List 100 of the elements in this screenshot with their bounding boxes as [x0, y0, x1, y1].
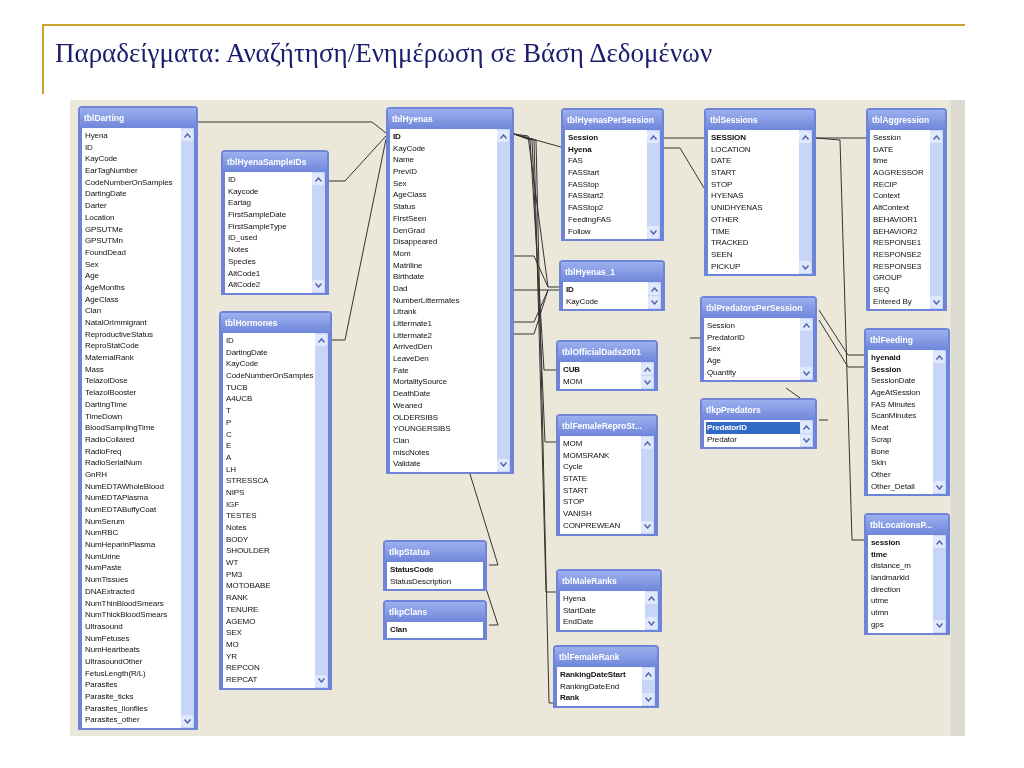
field-name[interactable]: NumEDTABuffyCoat — [84, 504, 181, 516]
field-name[interactable]: StatusCode — [389, 564, 483, 576]
field-name[interactable]: Littermate1 — [392, 318, 497, 330]
field-name[interactable]: Mass — [84, 363, 181, 376]
field-name[interactable]: FASStart — [567, 167, 647, 179]
field-name[interactable]: Clan — [84, 305, 181, 317]
field-name[interactable]: YR — [225, 650, 315, 663]
scrollbar[interactable] — [181, 128, 194, 729]
field-name[interactable]: AltContext — [872, 202, 930, 214]
scroll-up-button[interactable] — [800, 421, 812, 433]
field-name[interactable]: Bone — [870, 445, 933, 458]
field-name[interactable]: SEEN — [710, 248, 799, 261]
field-name[interactable]: Location — [84, 211, 181, 224]
field-name[interactable]: SESSION — [710, 132, 799, 144]
field-name[interactable]: Species — [227, 255, 312, 268]
field-name[interactable]: Weaned — [392, 399, 497, 412]
field-name[interactable]: FASStop — [567, 178, 647, 191]
scroll-down-button[interactable] — [933, 481, 945, 494]
field-name[interactable]: AltCode1 — [227, 267, 312, 280]
field-name[interactable]: CONPREWEAN — [562, 519, 641, 532]
field-name[interactable]: RankingDateEnd — [559, 680, 642, 693]
table-window[interactable]: tblPredatorsPerSession Session PredatorID Sex Age Quantity — [700, 296, 817, 383]
field-name[interactable]: Scrap — [870, 433, 933, 446]
field-name[interactable]: Context — [872, 190, 930, 203]
field-name[interactable]: Session — [872, 132, 930, 144]
field-name[interactable]: BODY — [225, 533, 315, 546]
field-name[interactable]: Hyena — [84, 130, 181, 142]
field-name[interactable]: utme — [870, 595, 933, 608]
field-name[interactable]: Clan — [392, 434, 497, 447]
scrollbar[interactable] — [641, 436, 654, 534]
field-name[interactable]: Birthdate — [392, 271, 497, 283]
field-name[interactable]: ID — [565, 284, 648, 296]
scrollbar[interactable] — [647, 130, 660, 240]
field-name[interactable]: TelazolBooster — [84, 387, 181, 399]
field-name[interactable]: FirstSampleDate — [227, 209, 312, 221]
table-window[interactable] — [78, 106, 198, 731]
field-name[interactable]: StatusDescription — [389, 575, 483, 588]
field-name[interactable]: LOCATION — [710, 143, 799, 156]
scroll-up-button[interactable] — [642, 668, 654, 680]
field-name[interactable]: Ultrasound — [84, 620, 181, 633]
scrollbar[interactable] — [642, 667, 655, 707]
field-name[interactable]: Parasites_lionflies — [84, 702, 181, 715]
scroll-up-button[interactable] — [641, 363, 653, 375]
field-name[interactable]: AgeClass — [84, 293, 181, 306]
field-name[interactable]: FASStop2 — [567, 202, 647, 214]
scroll-up-button[interactable] — [641, 437, 653, 449]
field-name[interactable]: Matriline — [392, 259, 497, 272]
field-name[interactable]: Notes — [225, 522, 315, 534]
field-name[interactable]: Entered By — [872, 295, 930, 308]
field-name[interactable]: time — [872, 155, 930, 168]
table-window[interactable]: tblAggression Session DATE time AGGRESSOR RECIP Context AltContext BEHAVIOR1 BEHAVIOR2 RESPONSE1 RESPONSE2 RESPONSE3 GROUP SEQ Entered By — [866, 108, 947, 312]
field-name[interactable]: Other — [870, 468, 933, 481]
scrollbar[interactable] — [312, 172, 325, 293]
field-name[interactable]: RANK — [225, 592, 315, 604]
field-name[interactable]: Hyena — [567, 143, 647, 156]
scrollbar[interactable] — [800, 318, 813, 381]
scroll-down-button[interactable] — [930, 296, 942, 309]
field-name[interactable]: TUCB — [225, 381, 315, 394]
field-name[interactable]: Notes — [227, 244, 312, 256]
scroll-up-button[interactable] — [312, 173, 324, 185]
field-name[interactable]: Session — [706, 320, 800, 332]
scroll-down-button[interactable] — [315, 674, 327, 687]
field-name[interactable]: NumTissues — [84, 574, 181, 586]
scroll-down-button[interactable] — [800, 367, 812, 380]
scroll-down-button[interactable] — [799, 261, 811, 274]
field-name[interactable]: PredatorID — [706, 331, 800, 344]
field-name[interactable]: MOM — [562, 438, 641, 450]
field-name[interactable]: DATE — [872, 143, 930, 156]
field-name[interactable]: REPCON — [225, 662, 315, 674]
field-name[interactable]: TIME — [710, 225, 799, 238]
scroll-down-button[interactable] — [645, 617, 657, 630]
field-name[interactable]: START — [710, 167, 799, 179]
field-name[interactable]: REPCAT — [225, 673, 315, 686]
scrollbar[interactable] — [645, 591, 658, 631]
field-name[interactable]: E — [225, 440, 315, 452]
field-name[interactable]: FAS — [567, 155, 647, 168]
field-name[interactable]: GnRH — [84, 468, 181, 481]
field-name[interactable]: MortalitySource — [392, 376, 497, 389]
field-name[interactable]: AgeMonths — [84, 281, 181, 294]
field-name[interactable]: HYENAS — [710, 190, 799, 203]
field-name[interactable]: FeedingFAS — [567, 213, 647, 226]
field-name[interactable]: time — [870, 548, 933, 561]
scrollbar[interactable] — [933, 350, 946, 495]
field-name[interactable]: UNIDHYENAS — [710, 202, 799, 214]
field-name[interactable]: Parasite_ticks — [84, 691, 181, 703]
field-name[interactable]: CodeNumberOnSamples — [84, 176, 181, 189]
field-name[interactable]: Sex — [84, 258, 181, 271]
scroll-down-button[interactable] — [497, 458, 509, 471]
field-name[interactable]: MOTOBABE — [225, 580, 315, 593]
field-name[interactable]: UltrasoundOther — [84, 655, 181, 668]
field-name[interactable]: TelazolDose — [84, 375, 181, 388]
table-window[interactable]: tblFemaleRank RankingDateStart RankingDateEnd Rank — [553, 645, 659, 709]
field-name[interactable]: Sex — [392, 177, 497, 190]
field-name[interactable]: OLDERSIBS — [392, 411, 497, 424]
field-name[interactable]: LH — [225, 463, 315, 476]
field-name[interactable]: SEX — [225, 627, 315, 639]
field-name[interactable]: NumSerum — [84, 515, 181, 528]
field-name[interactable]: ID — [227, 174, 312, 186]
field-name[interactable]: PrevID — [392, 166, 497, 178]
field-name[interactable]: CodeNumberOnSamples — [225, 370, 315, 382]
